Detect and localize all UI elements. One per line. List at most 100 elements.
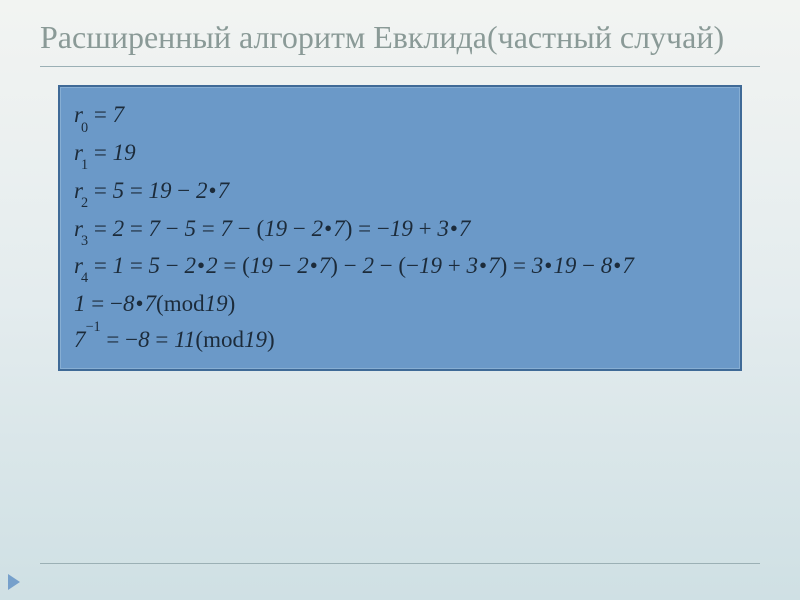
- plus: +: [419, 216, 438, 241]
- mod-label: mod: [203, 327, 244, 352]
- num: 11: [174, 327, 195, 352]
- equals: = −: [358, 216, 390, 241]
- equation-congruence: 1 = −8•7(mod19): [74, 286, 726, 322]
- dot-icon: •: [323, 211, 333, 247]
- num: 2: [206, 253, 218, 278]
- num: 2: [185, 253, 197, 278]
- minus: −: [293, 216, 312, 241]
- equals: =: [513, 253, 532, 278]
- equals: = −: [106, 327, 138, 352]
- num: 8: [138, 327, 150, 352]
- equals: = −: [91, 291, 123, 316]
- num: 8: [123, 291, 135, 316]
- num: 2: [362, 253, 374, 278]
- num: 1: [113, 253, 125, 278]
- subscript: 0: [81, 120, 88, 136]
- num: 7: [149, 216, 161, 241]
- equation-inverse: 7−1 = −8 = 11(mod19): [74, 322, 726, 358]
- paren: ): [267, 327, 275, 352]
- num: 19: [250, 253, 273, 278]
- equals: =: [94, 140, 113, 165]
- minus: −: [278, 253, 297, 278]
- paren: ): [345, 216, 353, 241]
- paren: ): [228, 291, 236, 316]
- slide: Расширенный алгоритм Евклида(частный слу…: [0, 0, 800, 600]
- num: 2: [297, 253, 309, 278]
- equation-r2: r2 = 5 = 19 − 2•7: [74, 173, 726, 211]
- math-box: r0 = 7 r1 = 19 r2 = 5 = 19 − 2•7 r3 = 2 …: [58, 85, 742, 371]
- num: 5: [149, 253, 161, 278]
- dot-icon: •: [196, 248, 206, 284]
- equals: =: [130, 178, 149, 203]
- num: 3: [532, 253, 544, 278]
- minus: −: [582, 253, 601, 278]
- num: 7: [459, 216, 471, 241]
- corner-arrow-icon: [8, 574, 20, 590]
- num: 5: [113, 178, 125, 203]
- num: 19: [553, 253, 576, 278]
- equation-r1: r1 = 19: [74, 135, 726, 173]
- num: 7: [319, 253, 331, 278]
- minus: −: [166, 216, 185, 241]
- subscript: 4: [81, 270, 88, 286]
- footer-rule: [40, 563, 760, 564]
- equals: =: [130, 216, 149, 241]
- equals: =: [202, 216, 221, 241]
- equals: =: [155, 327, 174, 352]
- base: 7: [74, 327, 86, 352]
- equals: =: [94, 216, 113, 241]
- minus: − (−: [380, 253, 419, 278]
- dot-icon: •: [449, 211, 459, 247]
- num: 3: [467, 253, 479, 278]
- num: 19: [390, 216, 413, 241]
- paren: ): [500, 253, 508, 278]
- dot-icon: •: [543, 248, 553, 284]
- num: 19: [205, 291, 228, 316]
- value: 7: [113, 102, 125, 127]
- dot-icon: •: [309, 248, 319, 284]
- num: 5: [185, 216, 197, 241]
- num: 2: [196, 178, 208, 203]
- minus: −: [344, 253, 363, 278]
- dot-icon: •: [478, 248, 488, 284]
- equation-r3: r3 = 2 = 7 − 5 = 7 − (19 − 2•7) = −19 + …: [74, 211, 726, 249]
- num: 19: [244, 327, 267, 352]
- dot-icon: •: [134, 286, 144, 322]
- dot-icon: •: [208, 173, 218, 209]
- num: 8: [601, 253, 613, 278]
- subscript: 1: [81, 157, 88, 173]
- equals: =: [94, 102, 113, 127]
- equals: =: [94, 253, 113, 278]
- value: 19: [113, 140, 136, 165]
- minus: − (: [238, 216, 264, 241]
- dot-icon: •: [612, 248, 622, 284]
- paren: ): [330, 253, 338, 278]
- num: 7: [488, 253, 500, 278]
- subscript: 2: [81, 195, 88, 211]
- num: 1: [74, 291, 86, 316]
- num: 2: [312, 216, 324, 241]
- num: 7: [145, 291, 157, 316]
- equation-r0: r0 = 7: [74, 97, 726, 135]
- equals: =: [94, 178, 113, 203]
- num: 3: [437, 216, 449, 241]
- minus: −: [177, 178, 196, 203]
- minus: −: [166, 253, 185, 278]
- paren: (: [195, 327, 203, 352]
- num: 7: [333, 216, 345, 241]
- equation-r4: r4 = 1 = 5 − 2•2 = (19 − 2•7) − 2 − (−19…: [74, 248, 726, 286]
- num: 7: [218, 178, 230, 203]
- slide-title: Расширенный алгоритм Евклида(частный слу…: [40, 18, 760, 67]
- num: 19: [264, 216, 287, 241]
- exponent: −1: [86, 319, 101, 335]
- subscript: 3: [81, 233, 88, 249]
- num: 19: [419, 253, 442, 278]
- equals: =: [130, 253, 149, 278]
- mod-label: mod: [164, 291, 205, 316]
- num: 19: [149, 178, 172, 203]
- num: 7: [221, 216, 233, 241]
- paren: (: [156, 291, 164, 316]
- equals: = (: [223, 253, 249, 278]
- num: 2: [113, 216, 125, 241]
- plus: +: [448, 253, 467, 278]
